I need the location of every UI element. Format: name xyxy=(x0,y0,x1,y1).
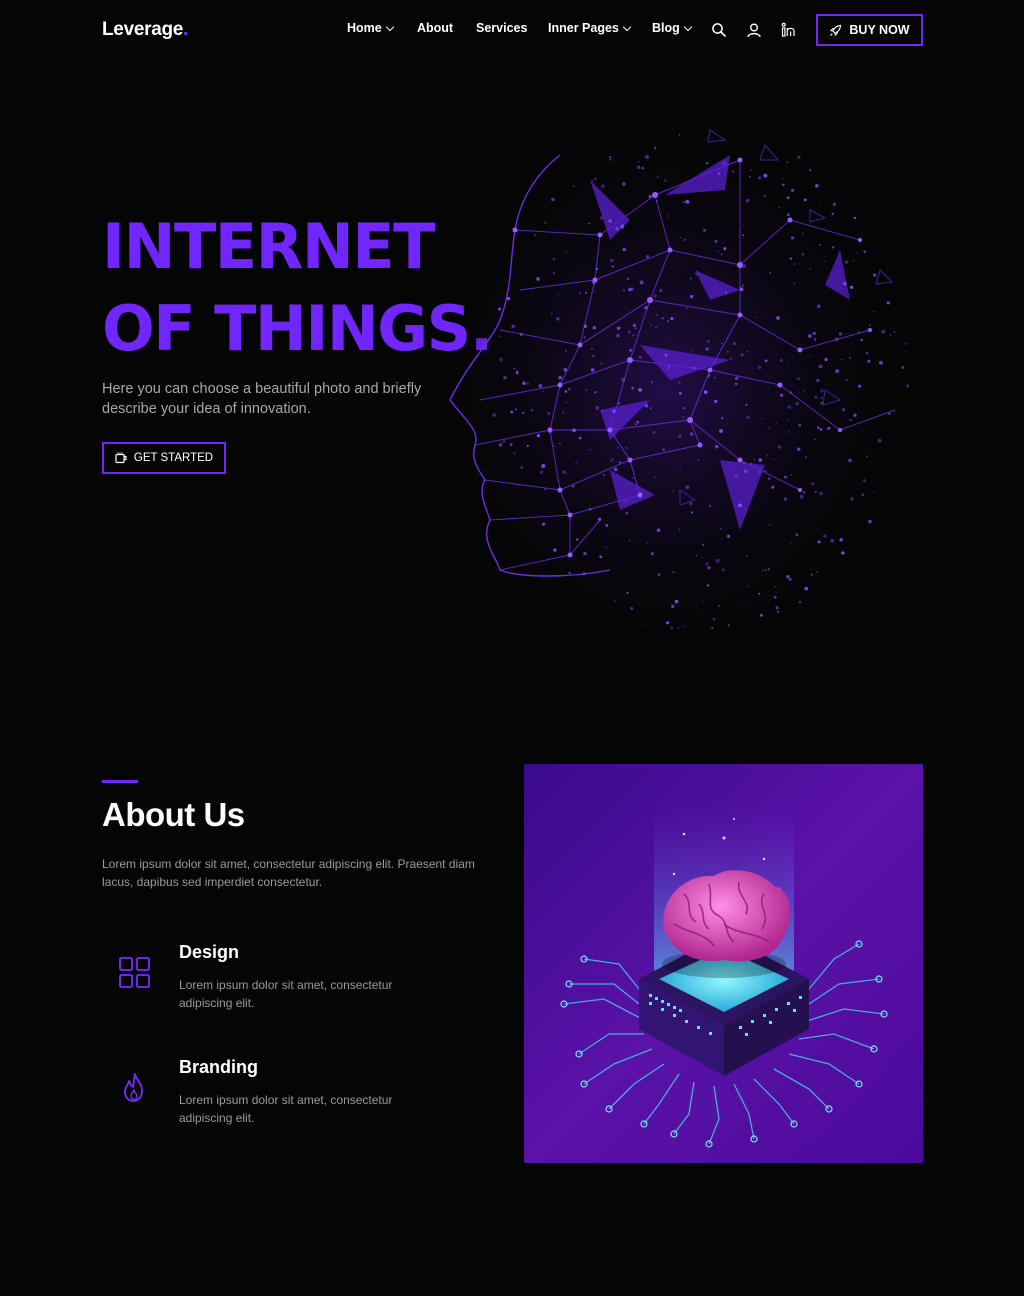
linkedin-icon[interactable] xyxy=(781,22,797,38)
nav-inner-pages[interactable]: Inner Pages xyxy=(548,21,632,35)
brain-chip-illustration xyxy=(524,764,923,1163)
nav-home[interactable]: Home xyxy=(347,21,394,35)
feature-title: Branding xyxy=(179,1057,258,1077)
feature-branding: Branding Lorem ipsum dolor sit amet, con… xyxy=(102,1057,482,1137)
hero-subtitle: Here you can choose a beautiful photo an… xyxy=(102,381,422,417)
ai-head-illustration xyxy=(440,100,930,650)
hero-title: INTERNET OF THINGS. xyxy=(102,210,493,365)
feature-title: Design xyxy=(179,942,240,962)
nav-about[interactable]: About xyxy=(417,21,453,35)
chevron-down-icon xyxy=(385,22,394,31)
chevron-down-icon xyxy=(683,22,693,31)
section-accent-bar xyxy=(102,780,138,783)
feature-description: Lorem ipsum dolor sit amet, consectetur … xyxy=(179,978,393,1010)
chevron-down-icon xyxy=(622,22,632,31)
nav-blog[interactable]: Blog xyxy=(652,21,693,35)
get-started-button[interactable]: GET STARTED xyxy=(102,442,226,474)
about-title: About Us xyxy=(102,796,245,833)
rocket-icon xyxy=(830,24,842,36)
grid-icon xyxy=(118,956,152,990)
site-header: Leverage. Home About Services Inner Page… xyxy=(0,0,1024,62)
buy-now-button[interactable]: BUY NOW xyxy=(816,14,923,46)
coffee-cup-icon xyxy=(115,452,127,464)
search-icon[interactable] xyxy=(711,22,727,38)
logo[interactable]: Leverage. xyxy=(102,19,188,41)
flame-icon xyxy=(118,1071,152,1105)
feature-description: Lorem ipsum dolor sit amet, consectetur … xyxy=(179,1093,393,1125)
about-description: Lorem ipsum dolor sit amet, consectetur … xyxy=(102,857,475,889)
user-icon[interactable] xyxy=(746,22,762,38)
feature-design: Design Lorem ipsum dolor sit amet, conse… xyxy=(102,942,482,1022)
nav-services[interactable]: Services xyxy=(476,21,527,35)
